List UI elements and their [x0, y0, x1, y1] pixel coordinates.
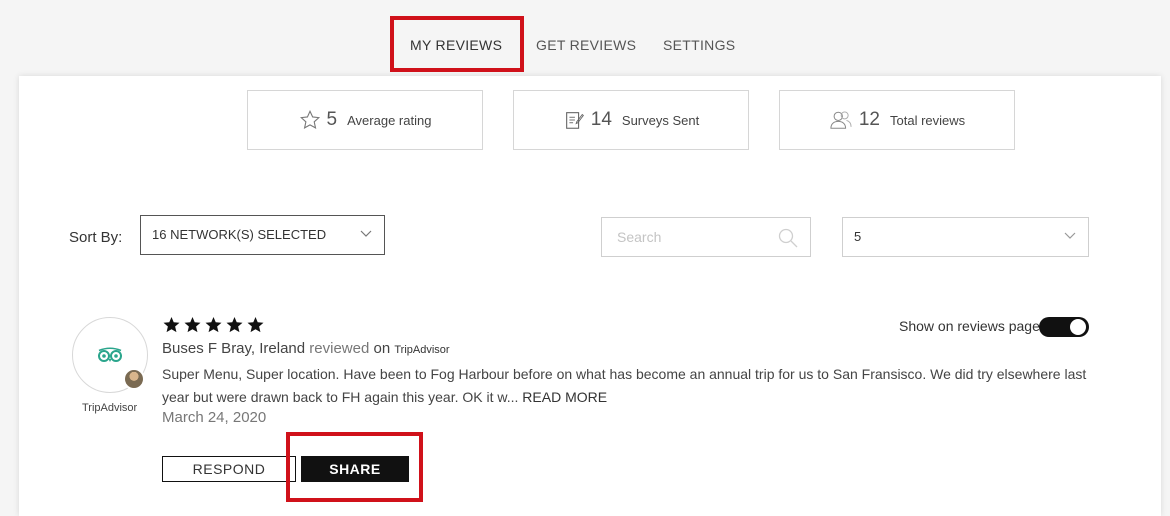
reviewed-word: reviewed: [309, 340, 370, 357]
share-button[interactable]: SHARE: [301, 456, 409, 482]
review-date: March 24, 2020: [162, 409, 267, 426]
stat-label: Average rating: [347, 112, 432, 128]
review-source-avatar: [72, 317, 148, 393]
reviewer-line: Buses F Bray, Ireland reviewed on TripAd…: [162, 340, 450, 357]
stat-total-reviews: 12 Total reviews: [779, 90, 1015, 150]
toggle-knob: [1070, 319, 1086, 335]
on-word: on: [373, 340, 391, 357]
respond-button[interactable]: RESPOND: [162, 456, 296, 482]
tripadvisor-owl-icon: [98, 347, 122, 362]
read-more-link[interactable]: READ MORE: [522, 389, 607, 405]
star-filled-icon: [184, 317, 201, 333]
tab-get-reviews[interactable]: GET REVIEWS: [536, 37, 636, 53]
network-select-value: 16 NETWORK(S) SELECTED: [152, 227, 327, 242]
users-icon: [830, 111, 852, 129]
review-body: Super Menu, Super location. Have been to…: [162, 366, 1087, 405]
search-icon[interactable]: [778, 228, 798, 248]
stat-average-rating: 5 Average rating: [247, 90, 483, 150]
show-on-reviews-page-label: Show on reviews page: [899, 318, 1040, 334]
search-input[interactable]: [615, 218, 779, 256]
star-outline-icon: [299, 109, 320, 129]
reviewer-avatar: [123, 368, 145, 390]
star-filled-icon: [226, 317, 243, 333]
star-filled-icon: [163, 317, 180, 333]
per-page-select[interactable]: 5: [842, 217, 1089, 257]
search-box: [601, 217, 811, 257]
tab-settings[interactable]: SETTINGS: [663, 37, 735, 53]
review-source-caption: TripAdvisor: [82, 402, 138, 414]
stat-value: 5: [326, 109, 338, 130]
stat-value: 14: [590, 109, 612, 130]
network-select[interactable]: 16 NETWORK(S) SELECTED: [140, 215, 385, 255]
tab-my-reviews[interactable]: MY REVIEWS: [410, 37, 502, 53]
review-text: Super Menu, Super location. Have been to…: [162, 363, 1112, 409]
chevron-down-icon: [360, 230, 372, 237]
star-rating: [163, 317, 264, 333]
stat-label: Total reviews: [890, 112, 966, 128]
star-filled-icon: [205, 317, 222, 333]
survey-icon: [565, 112, 584, 129]
show-on-reviews-page-toggle[interactable]: [1039, 317, 1089, 337]
reviewer-name: Buses F Bray, Ireland: [162, 340, 306, 357]
sort-by-label: Sort By:: [69, 229, 123, 246]
stat-value: 12: [858, 109, 880, 130]
star-filled-icon: [247, 317, 264, 333]
chevron-down-icon: [1064, 232, 1076, 239]
review-network: TripAdvisor: [394, 344, 450, 356]
stat-label: Surveys Sent: [621, 112, 700, 128]
per-page-value: 5: [854, 229, 862, 244]
stat-surveys-sent: 14 Surveys Sent: [513, 90, 749, 150]
top-nav: MY REVIEWS GET REVIEWS SETTINGS: [0, 0, 1170, 80]
